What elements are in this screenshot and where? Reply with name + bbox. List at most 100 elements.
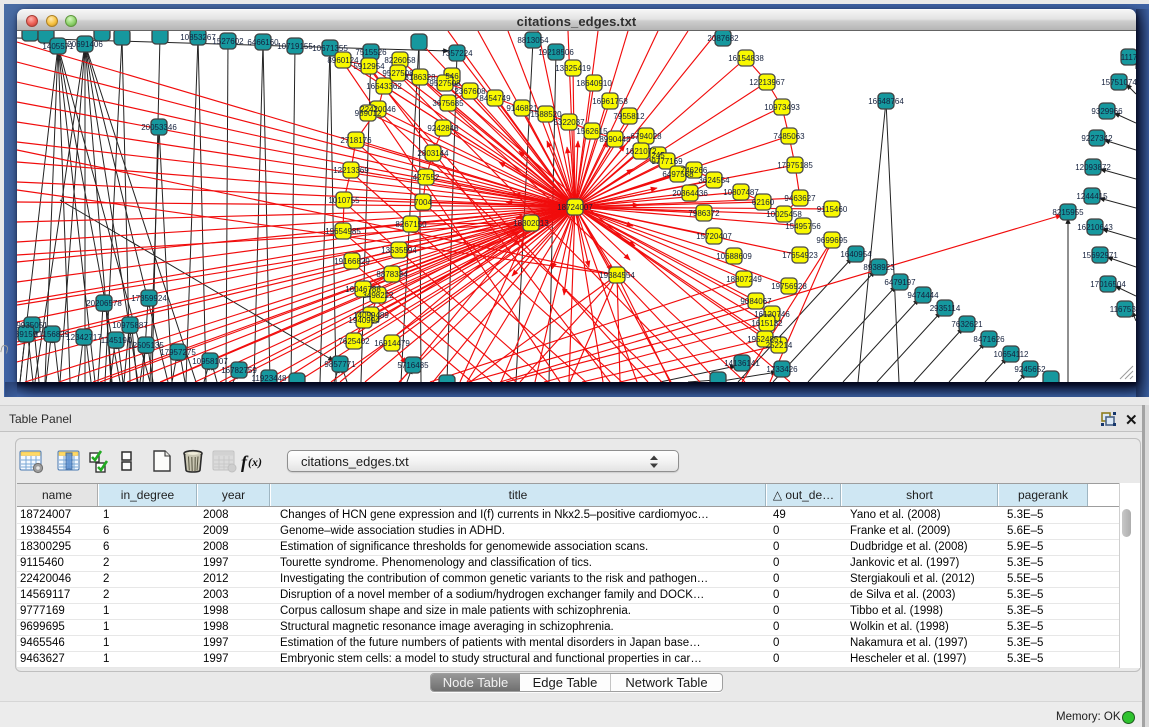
svg-text:1244415: 1244415	[1076, 192, 1108, 201]
svg-text:2718176: 2718176	[340, 136, 372, 145]
svg-text:7357224: 7357224	[441, 49, 473, 58]
svg-text:12505135: 12505135	[128, 341, 164, 350]
svg-text:13535594: 13535594	[381, 246, 417, 255]
svg-text:1640954: 1640954	[840, 250, 872, 259]
svg-text:427552: 427552	[413, 173, 440, 182]
svg-text:10654112: 10654112	[994, 350, 1030, 359]
svg-text:16914479: 16914479	[374, 339, 410, 348]
svg-text:15692971: 15692971	[1082, 251, 1118, 260]
svg-text:9935051: 9935051	[17, 321, 48, 330]
svg-text:15495756: 15495756	[785, 222, 821, 231]
svg-text:1940994: 1940994	[348, 316, 380, 325]
svg-text:7632621: 7632621	[951, 320, 983, 329]
svg-text:14136141: 14136141	[724, 359, 760, 368]
svg-text:6794028: 6794028	[630, 132, 662, 141]
svg-text:3498222: 3498222	[362, 291, 394, 300]
svg-text:8215955: 8215955	[1052, 208, 1084, 217]
svg-text:6479197: 6479197	[884, 278, 916, 287]
svg-text:(x): (x)	[248, 455, 262, 469]
svg-text:6466160: 6466160	[247, 38, 279, 47]
svg-text:9084067: 9084067	[740, 297, 772, 306]
svg-text:11156829: 11156829	[35, 330, 70, 339]
svg-text:9699695: 9699695	[816, 236, 848, 245]
svg-text:2803144: 2803144	[417, 149, 449, 158]
svg-text:1117: 1117	[1121, 53, 1136, 62]
svg-text:15751074: 15751074	[1101, 78, 1136, 87]
svg-text:8990448: 8990448	[599, 135, 631, 144]
svg-text:10719155: 10719155	[277, 42, 313, 51]
svg-text:18640910: 18640910	[576, 79, 612, 88]
svg-text:9242848: 9242848	[427, 124, 459, 133]
svg-text:9777169: 9777169	[651, 157, 683, 166]
svg-text:16648764: 16648764	[868, 97, 904, 106]
svg-text:8878334: 8878334	[376, 270, 408, 279]
svg-text:1527602: 1527602	[212, 37, 244, 46]
svg-text:18807249: 18807249	[726, 275, 762, 284]
svg-text:10025458: 10025458	[766, 210, 802, 219]
svg-text:12093872: 12093872	[1075, 163, 1111, 172]
svg-text:62160: 62160	[752, 198, 775, 207]
svg-text:9463627: 9463627	[784, 194, 816, 203]
svg-text:5716485: 5716485	[397, 361, 429, 370]
svg-text:13325419: 13325419	[555, 64, 591, 73]
svg-text:12342717: 12342717	[66, 333, 102, 342]
svg-text:9245652: 9245652	[1014, 365, 1046, 374]
svg-text:12213967: 12213967	[749, 78, 785, 87]
svg-text:9329966: 9329966	[1091, 107, 1123, 116]
svg-text:5322037: 5322037	[553, 118, 585, 127]
svg-text:15720407: 15720407	[696, 232, 732, 241]
svg-text:17957275: 17957275	[160, 348, 196, 357]
svg-text:10807487: 10807487	[723, 188, 759, 197]
svg-text:1615132: 1615132	[751, 319, 783, 328]
svg-text:20364436: 20364436	[672, 189, 708, 198]
svg-text:17654923: 17654923	[782, 251, 818, 260]
svg-text:8813054: 8813054	[517, 36, 549, 45]
svg-text:19384554: 19384554	[599, 271, 635, 280]
svg-text:19756928: 19756928	[771, 282, 807, 291]
svg-text:1145194: 1145194	[101, 336, 132, 345]
svg-text:18724007: 18724007	[557, 203, 593, 212]
svg-text:8226058: 8226058	[384, 56, 416, 65]
svg-text:16210643: 16210643	[1077, 223, 1113, 232]
svg-text:3624554: 3624554	[698, 176, 730, 185]
svg-text:7625402: 7625402	[338, 337, 370, 346]
svg-text:7955812: 7955812	[613, 112, 645, 121]
svg-text:1167531: 1167531	[1110, 305, 1136, 314]
svg-text:16154838: 16154838	[728, 54, 764, 63]
svg-text:5912954: 5912954	[353, 62, 385, 71]
svg-text:10975887: 10975887	[112, 321, 148, 330]
svg-text:8938923: 8938923	[863, 263, 895, 272]
svg-text:7485063: 7485063	[773, 132, 805, 141]
svg-text:2087682: 2087682	[707, 34, 739, 43]
svg-text:20206578: 20206578	[86, 299, 122, 308]
svg-text:252214: 252214	[766, 341, 793, 350]
svg-text:989012: 989012	[355, 109, 382, 118]
svg-text:12213369: 12213369	[333, 166, 369, 175]
svg-text:9227342: 9227342	[1081, 134, 1113, 143]
svg-text:20053346: 20053346	[141, 123, 177, 132]
svg-text:16543362: 16543362	[366, 82, 402, 91]
svg-text:746266: 746266	[681, 166, 708, 175]
svg-text:7515526: 7515526	[355, 48, 387, 57]
svg-text:16961758: 16961758	[592, 97, 628, 106]
svg-text:9474444: 9474444	[907, 291, 939, 300]
svg-text:19166829: 19166829	[334, 257, 370, 266]
svg-text:20691406: 20691406	[67, 40, 103, 49]
svg-text:10688609: 10688609	[716, 252, 752, 261]
svg-text:9115460: 9115460	[817, 205, 848, 214]
svg-text:10671355: 10671355	[312, 44, 348, 53]
svg-text:7986372: 7986372	[688, 209, 720, 218]
svg-text:1010755: 1010755	[328, 196, 360, 205]
svg-text:16120746: 16120746	[754, 310, 790, 319]
svg-text:17359924: 17359924	[131, 294, 167, 303]
svg-text:10853267: 10853267	[180, 33, 216, 42]
svg-text:17016504: 17016504	[1090, 280, 1126, 289]
svg-text:9857771: 9857771	[324, 360, 356, 369]
svg-text:10958107: 10958107	[192, 357, 228, 366]
svg-text:19218506: 19218506	[538, 48, 574, 57]
svg-text:18302013: 18302013	[513, 219, 549, 228]
svg-text:19654985: 19654985	[325, 227, 361, 236]
svg-text:10973493: 10973493	[764, 103, 800, 112]
svg-text:8267150: 8267150	[395, 220, 427, 229]
svg-text:8454749: 8454749	[479, 94, 511, 103]
